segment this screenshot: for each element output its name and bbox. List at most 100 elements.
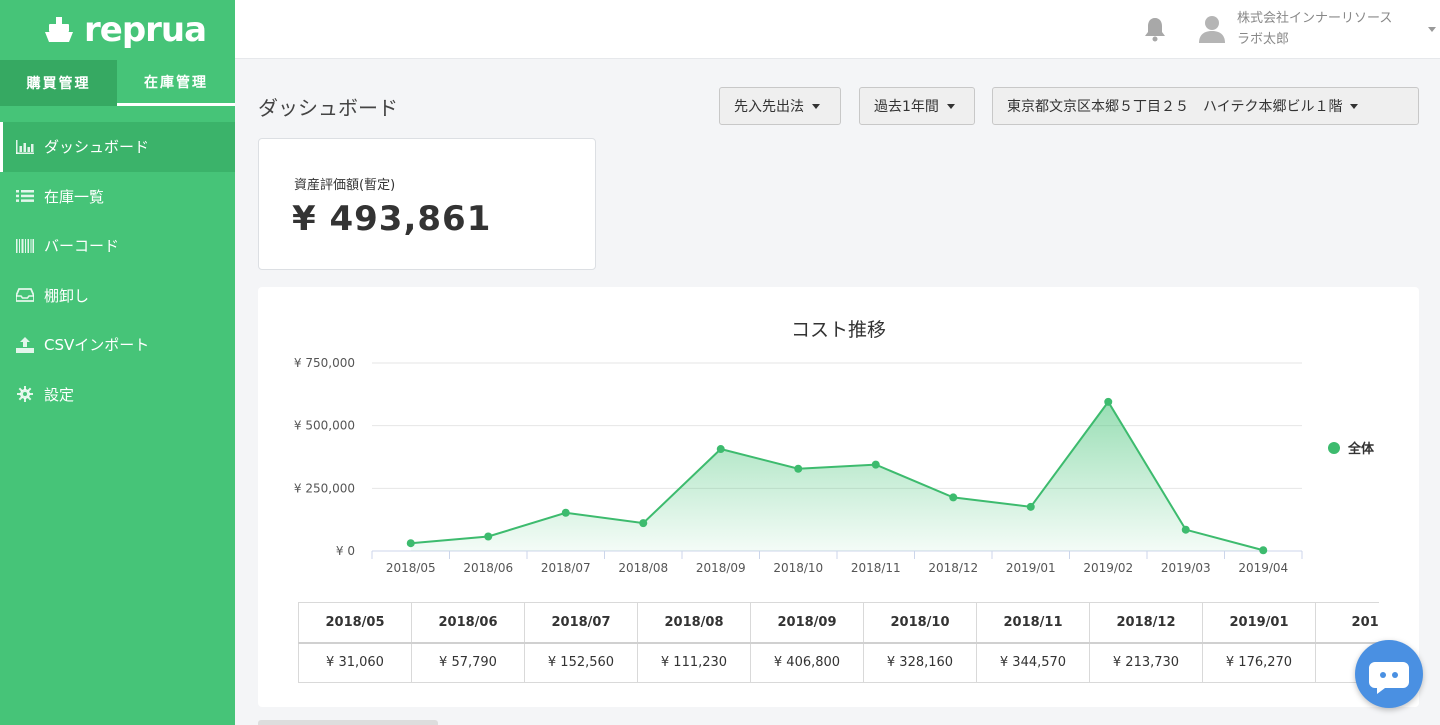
dropdown-label: 東京都文京区本郷５丁目２５ ハイテク本郷ビル１階: [1007, 99, 1343, 115]
data-point: [561, 508, 570, 517]
table-header-cell: 2019/01: [1202, 602, 1316, 643]
page-title: ダッシュボード: [258, 96, 398, 120]
ship-icon: [45, 17, 73, 42]
inbox-icon: [16, 286, 34, 304]
table-header-cell: 2018/08: [637, 602, 751, 643]
gear-icon: [16, 385, 34, 403]
table-cell: ¥ 152,560: [524, 642, 638, 683]
table-cell: ¥ 344,570: [976, 642, 1090, 683]
sidebar-item-label: 設定: [44, 385, 75, 404]
x-tick-label: 2018/08: [618, 561, 668, 575]
table-header-cell: 2018/12: [1089, 602, 1203, 643]
app-name: reprua: [84, 10, 207, 50]
user-menu[interactable]: 株式会社インナーリソース ラボ太郎: [1237, 8, 1392, 50]
data-point: [1104, 397, 1113, 406]
app-logo[interactable]: reprua: [0, 0, 235, 60]
data-point: [949, 493, 958, 502]
table-cell: ¥ 213,730: [1089, 642, 1203, 683]
period-dropdown[interactable]: 過去1年間: [859, 87, 975, 125]
table-header-cell: 2018/05: [298, 602, 412, 643]
data-point: [1259, 546, 1268, 555]
sidebar: reprua 購買管理 在庫管理 ダッシュボード 在庫一覧 バーコード 棚卸し …: [0, 0, 235, 725]
cost-trend-chart: ¥ 0 ¥ 250,000 ¥ 500,000 ¥ 750,000 2018/05 201…: [294, 356, 1375, 575]
top-nav: 購買管理 在庫管理: [0, 60, 235, 106]
x-tick-label: 2018/05: [386, 561, 436, 575]
table-header-cell: 2018/07: [524, 602, 638, 643]
sidebar-item-csv-import[interactable]: CSVインポート: [0, 320, 235, 370]
y-tick-label: ¥ 750,000: [294, 356, 355, 370]
y-tick-label: ¥ 0: [336, 544, 355, 558]
dropdown-label: 先入先出法: [734, 99, 804, 115]
table-header-cell: 2018/06: [411, 602, 525, 643]
asset-value: ¥ 493,861: [292, 199, 492, 239]
table-header-row: 2018/05 2018/06 2018/07 2018/08 2018/09 2018/…: [298, 602, 1379, 643]
dropdown-label: 過去1年間: [874, 99, 939, 115]
next-card-edge: [258, 720, 438, 725]
legend-marker: [1328, 442, 1340, 454]
legend-label: 全体: [1347, 441, 1375, 457]
data-point: [794, 464, 803, 473]
sidebar-item-label: ダッシュボード: [44, 138, 150, 157]
table-cell: ¥ 328,160: [863, 642, 977, 683]
sidebar-item-dashboard[interactable]: ダッシュボード: [0, 122, 235, 172]
company-name: 株式会社インナーリソース: [1237, 11, 1393, 26]
sidebar-item-stocktake[interactable]: 棚卸し: [0, 271, 235, 321]
cost-trend-card: コスト推移 ¥ 0 ¥ 250,000 ¥ 500,000 ¥ 750,000 2018…: [258, 287, 1419, 707]
table-header-cell: 2018/11: [976, 602, 1090, 643]
chat-button[interactable]: [1355, 640, 1423, 708]
caret-down-icon: [946, 103, 955, 109]
user-avatar-icon[interactable]: [1198, 14, 1226, 44]
data-point: [639, 519, 648, 528]
series-area: [410, 401, 1264, 551]
list-icon: [16, 187, 34, 205]
sidebar-item-label: バーコード: [44, 237, 120, 256]
cost-table: 2018/05 2018/06 2018/07 2018/08 2018/09 2018/…: [298, 602, 1379, 684]
sidebar-item-label: CSVインポート: [44, 336, 150, 355]
asset-value-card: 資産評価額(暫定) ¥ 493,861: [258, 138, 596, 270]
sidebar-item-label: 在庫一覧: [44, 187, 105, 206]
x-tick-label: 2019/02: [1083, 561, 1133, 575]
sidebar-item-barcode[interactable]: バーコード: [0, 221, 235, 271]
bar-chart-icon: [16, 138, 34, 156]
x-tick-label: 2018/06: [463, 561, 513, 575]
chevron-down-icon[interactable]: [1428, 27, 1436, 32]
user-name: ラボ太郎: [1237, 32, 1290, 47]
barcode-icon: [16, 237, 34, 255]
sidebar-item-settings[interactable]: 設定: [0, 370, 235, 420]
table-header-cell: 2019/: [1315, 602, 1379, 643]
top-header: 株式会社インナーリソース ラボ太郎: [235, 0, 1440, 59]
x-tick-label: 2018/12: [928, 561, 978, 575]
data-point: [716, 445, 725, 454]
table-cell: ¥ 111,230: [637, 642, 751, 683]
y-tick-label: ¥ 500,000: [294, 419, 355, 433]
table-cell: ¥ 176,270: [1202, 642, 1316, 683]
table-header-cell: 2018/10: [863, 602, 977, 643]
x-tick-label: 2018/11: [851, 561, 901, 575]
upload-icon: [16, 336, 34, 354]
sidebar-item-inventory-list[interactable]: 在庫一覧: [0, 172, 235, 222]
table-cell: ¥ 57,790: [411, 642, 525, 683]
caret-down-icon: [1350, 103, 1359, 109]
location-dropdown[interactable]: 東京都文京区本郷５丁目２５ ハイテク本郷ビル１階: [992, 87, 1419, 125]
data-point: [871, 460, 880, 469]
x-tick-label: 2018/10: [773, 561, 823, 575]
data-point: [1181, 525, 1190, 534]
x-tick-label: 2019/01: [1006, 561, 1056, 575]
chat-icon: [1369, 662, 1409, 694]
tab-purchase[interactable]: 購買管理: [0, 60, 117, 106]
data-point: [406, 539, 415, 548]
table-cell: ¥ 31,060: [298, 642, 412, 683]
bell-icon[interactable]: [1143, 16, 1167, 42]
asset-label: 資産評価額(暫定): [294, 178, 396, 193]
x-tick-label: 2019/04: [1238, 561, 1288, 575]
data-point: [484, 532, 493, 541]
tab-inventory[interactable]: 在庫管理: [117, 60, 235, 106]
valuation-method-dropdown[interactable]: 先入先出法: [719, 87, 841, 125]
y-tick-label: ¥ 250,000: [294, 481, 355, 495]
table-header-cell: 2018/09: [750, 602, 864, 643]
x-tick-label: 2018/07: [541, 561, 591, 575]
table-cell: ¥ 406,800: [750, 642, 864, 683]
table-row: ¥ 31,060 ¥ 57,790 ¥ 152,560 ¥ 111,230 ¥ 406,…: [298, 642, 1379, 683]
data-point: [1026, 502, 1035, 511]
x-tick-label: 2019/03: [1161, 561, 1211, 575]
